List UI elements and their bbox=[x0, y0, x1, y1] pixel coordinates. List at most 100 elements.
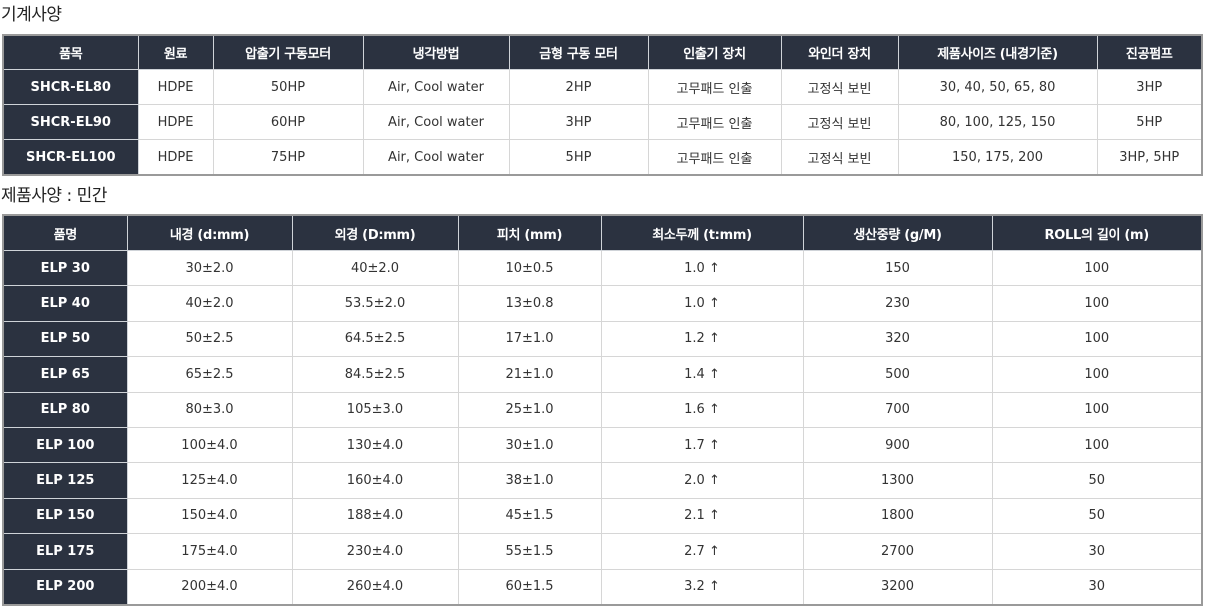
table-cell: 5HP bbox=[1096, 104, 1203, 140]
table-cell: 100 bbox=[991, 249, 1203, 287]
table-row: ELP 30 30±2.0 40±2.0 10±0.5 1.0 ↑ 150 100 bbox=[2, 249, 1203, 287]
table-cell: 17±1.0 bbox=[457, 320, 602, 358]
table-cell: 3200 bbox=[802, 568, 993, 606]
column-header: 제품사이즈 (내경기준) bbox=[897, 34, 1098, 70]
table-row: SHCR-EL100 HDPE 75HP Air, Cool water 5HP 고무패드… bbox=[2, 139, 1203, 176]
table-header-row: 품목 원료 압출기 구동모터 냉각방법 금형 구동 모터 인출기 장치 와인더 장치 제품사이… bbox=[2, 34, 1203, 70]
table-cell: 30±2.0 bbox=[126, 249, 293, 287]
row-header-cell: ELP 175 bbox=[2, 533, 128, 570]
table-cell: 30±1.0 bbox=[457, 426, 602, 464]
table-row: ELP 50 50±2.5 64.5±2.5 17±1.0 1.2 ↑ 320 100 bbox=[2, 320, 1203, 358]
table-cell: 50±2.5 bbox=[126, 320, 293, 358]
table-cell: 105±3.0 bbox=[291, 391, 459, 428]
table-cell: 230±4.0 bbox=[291, 533, 459, 570]
table-row: ELP 40 40±2.0 53.5±2.0 13±0.8 1.0 ↑ 230 100 bbox=[2, 285, 1203, 322]
table-cell: 2HP bbox=[508, 69, 649, 105]
table-cell: Air, Cool water bbox=[362, 104, 510, 140]
table-row: ELP 80 80±3.0 105±3.0 25±1.0 1.6 ↑ 700 100 bbox=[2, 391, 1203, 428]
table-cell: 3.2 ↑ bbox=[600, 568, 804, 606]
table-cell: 3HP bbox=[1096, 69, 1203, 105]
table-cell: 320 bbox=[802, 320, 993, 358]
column-header: 품목 bbox=[2, 34, 139, 70]
row-header-cell: ELP 65 bbox=[2, 356, 128, 393]
table-cell: 13±0.8 bbox=[457, 285, 602, 322]
table-cell: HDPE bbox=[137, 69, 214, 105]
table-cell: 150, 175, 200 bbox=[897, 139, 1098, 176]
table-cell: 3HP bbox=[508, 104, 649, 140]
table-cell: 1.6 ↑ bbox=[600, 391, 804, 428]
table-row: ELP 100 100±4.0 130±4.0 30±1.0 1.7 ↑ 900 100 bbox=[2, 426, 1203, 464]
column-header: 금형 구동 모터 bbox=[508, 34, 649, 70]
table-cell: 130±4.0 bbox=[291, 426, 459, 464]
table-cell: 53.5±2.0 bbox=[291, 285, 459, 322]
row-header-cell: SHCR-EL100 bbox=[2, 139, 139, 176]
product-spec-title: 제품사양 : 민간 bbox=[1, 186, 107, 206]
table-row: ELP 65 65±2.5 84.5±2.5 21±1.0 1.4 ↑ 500 100 bbox=[2, 356, 1203, 393]
row-header-cell: ELP 80 bbox=[2, 391, 128, 428]
table-cell: 40±2.0 bbox=[291, 249, 459, 287]
table-cell: 125±4.0 bbox=[126, 462, 293, 499]
column-header: 인출기 장치 bbox=[647, 34, 782, 70]
column-header: 와인더 장치 bbox=[780, 34, 899, 70]
table-cell: 60±1.5 bbox=[457, 568, 602, 606]
table-cell: 고무패드 인출 bbox=[647, 69, 782, 105]
machine-spec-title: 기계사양 bbox=[1, 5, 62, 25]
table-cell: 2.1 ↑ bbox=[600, 497, 804, 535]
table-cell: 100 bbox=[991, 426, 1203, 464]
column-header: 내경 (d:mm) bbox=[126, 214, 293, 251]
row-header-cell: ELP 100 bbox=[2, 426, 128, 464]
row-header-cell: ELP 125 bbox=[2, 462, 128, 499]
table-cell: 3HP, 5HP bbox=[1096, 139, 1203, 176]
row-header-cell: ELP 40 bbox=[2, 285, 128, 322]
table-cell: 2700 bbox=[802, 533, 993, 570]
table-cell: 38±1.0 bbox=[457, 462, 602, 499]
row-header-cell: ELP 30 bbox=[2, 249, 128, 287]
table-row: ELP 175 175±4.0 230±4.0 55±1.5 2.7 ↑ 2700 30 bbox=[2, 533, 1203, 570]
row-header-cell: ELP 200 bbox=[2, 568, 128, 606]
table-cell: 100 bbox=[991, 285, 1203, 322]
table-cell: 30, 40, 50, 65, 80 bbox=[897, 69, 1098, 105]
table-cell: 50 bbox=[991, 497, 1203, 535]
row-header-cell: ELP 50 bbox=[2, 320, 128, 358]
column-header: 품명 bbox=[2, 214, 128, 251]
table-cell: 1.2 ↑ bbox=[600, 320, 804, 358]
table-cell: HDPE bbox=[137, 139, 214, 176]
table-cell: 고무패드 인출 bbox=[647, 139, 782, 176]
table-cell: 65±2.5 bbox=[126, 356, 293, 393]
table-cell: 200±4.0 bbox=[126, 568, 293, 606]
table-cell: 55±1.5 bbox=[457, 533, 602, 570]
table-cell: 500 bbox=[802, 356, 993, 393]
table-cell: 80, 100, 125, 150 bbox=[897, 104, 1098, 140]
column-header: 진공펌프 bbox=[1096, 34, 1203, 70]
table-cell: 1800 bbox=[802, 497, 993, 535]
table-cell: 1.0 ↑ bbox=[600, 285, 804, 322]
table-cell: 1.4 ↑ bbox=[600, 356, 804, 393]
row-header-cell: SHCR-EL80 bbox=[2, 69, 139, 105]
table-cell: Air, Cool water bbox=[362, 139, 510, 176]
table-cell: 64.5±2.5 bbox=[291, 320, 459, 358]
column-header: 최소두께 (t:mm) bbox=[600, 214, 804, 251]
table-cell: 2.7 ↑ bbox=[600, 533, 804, 570]
table-cell: 2.0 ↑ bbox=[600, 462, 804, 499]
table-cell: 25±1.0 bbox=[457, 391, 602, 428]
table-cell: 188±4.0 bbox=[291, 497, 459, 535]
table-header-row: 품명 내경 (d:mm) 외경 (D:mm) 피치 (mm) 최소두께 (t:mm) 생산… bbox=[2, 214, 1203, 251]
table-cell: 1300 bbox=[802, 462, 993, 499]
table-cell: 50 bbox=[991, 462, 1203, 499]
table-cell: 100 bbox=[991, 356, 1203, 393]
table-cell: 5HP bbox=[508, 139, 649, 176]
column-header: 외경 (D:mm) bbox=[291, 214, 459, 251]
table-row: ELP 200 200±4.0 260±4.0 60±1.5 3.2 ↑ 3200 30 bbox=[2, 568, 1203, 606]
table-cell: 175±4.0 bbox=[126, 533, 293, 570]
table-cell: 100 bbox=[991, 391, 1203, 428]
table-cell: Air, Cool water bbox=[362, 69, 510, 105]
product-spec-table: 품명 내경 (d:mm) 외경 (D:mm) 피치 (mm) 최소두께 (t:mm) 생산… bbox=[2, 214, 1203, 606]
column-header: 생산중량 (g/M) bbox=[802, 214, 993, 251]
machine-spec-table: 품목 원료 압출기 구동모터 냉각방법 금형 구동 모터 인출기 장치 와인더 장치 제품사이… bbox=[2, 34, 1203, 176]
table-cell: 30 bbox=[991, 568, 1203, 606]
table-cell: 100 bbox=[991, 320, 1203, 358]
table-cell: 고정식 보빈 bbox=[780, 139, 899, 176]
column-header: 피치 (mm) bbox=[457, 214, 602, 251]
table-cell: HDPE bbox=[137, 104, 214, 140]
table-row: ELP 125 125±4.0 160±4.0 38±1.0 2.0 ↑ 1300 50 bbox=[2, 462, 1203, 499]
